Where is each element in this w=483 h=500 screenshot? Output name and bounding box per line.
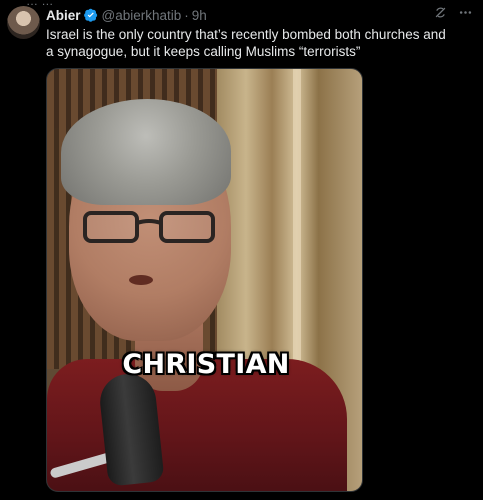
tweet-header: Abier @abierkhatib · 9h — [46, 6, 207, 24]
glasses-icon — [83, 211, 215, 243]
more-icon[interactable] — [458, 5, 473, 23]
separator-dot: · — [184, 7, 189, 23]
tweet-actions-top — [433, 5, 473, 23]
speaker-mouth — [129, 275, 153, 285]
timestamp[interactable]: 9h — [192, 8, 207, 23]
video-preview[interactable]: CHRISTIAN — [46, 68, 363, 492]
tweet-text: Israel is the only country that’s recent… — [46, 27, 446, 59]
author-handle[interactable]: @abierkhatib — [102, 8, 182, 23]
speaker-hair — [61, 99, 231, 205]
grok-icon[interactable] — [433, 5, 448, 23]
author-name[interactable]: Abier — [46, 8, 81, 23]
verified-badge-icon — [83, 8, 98, 22]
avatar[interactable] — [7, 6, 40, 39]
video-caption: CHRISTIAN — [122, 348, 290, 380]
